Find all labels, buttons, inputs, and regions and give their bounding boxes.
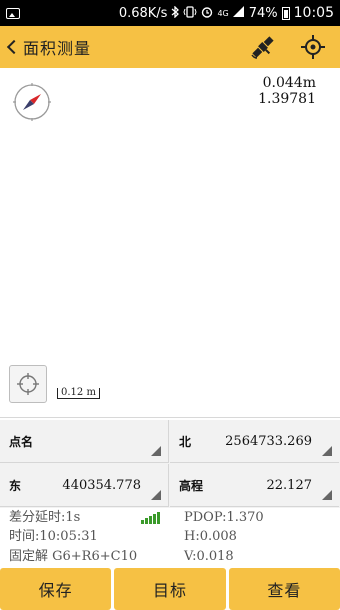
satellite-button[interactable] bbox=[248, 32, 278, 62]
page-title: 面积测量 bbox=[23, 39, 92, 58]
north-value: 2564733.269 bbox=[225, 434, 312, 449]
north-field[interactable]: 北 2564733.269 bbox=[170, 420, 339, 463]
satellite-icon bbox=[251, 36, 274, 59]
coordinate-fields: 点名 北 2564733.269 东 440354.778 高程 22.127 bbox=[0, 420, 340, 508]
signal-strength-icon bbox=[141, 512, 160, 524]
time-text: 时间:10:05:31 bbox=[9, 529, 98, 544]
target-crosshair-icon bbox=[301, 35, 325, 59]
readout-value: 1.39781 bbox=[258, 91, 316, 107]
image-icon bbox=[6, 7, 20, 19]
battery-icon bbox=[281, 6, 290, 20]
network-speed: 0.68K/s bbox=[118, 5, 168, 21]
gnss-status-panel: 差分延时:1s PDOP:1.370 时间:10:05:31 H:0.008 固… bbox=[0, 508, 340, 568]
compass-button[interactable] bbox=[10, 80, 54, 124]
alarm-icon bbox=[201, 6, 213, 21]
battery-percent: 74% bbox=[248, 5, 278, 21]
dropdown-corner-icon bbox=[151, 446, 161, 456]
network-type: 4G bbox=[217, 8, 229, 18]
clock: 10:05 bbox=[293, 5, 334, 21]
elevation-label: 高程 bbox=[179, 479, 204, 493]
signal-icon bbox=[232, 6, 245, 20]
dropdown-corner-icon bbox=[151, 490, 161, 500]
back-chevron-icon bbox=[6, 39, 22, 55]
bluetooth-icon bbox=[171, 4, 180, 21]
app-bar: 面积测量 bbox=[0, 26, 340, 68]
target-action-button[interactable]: 目标 bbox=[114, 568, 226, 610]
compass-icon bbox=[13, 83, 51, 121]
locate-icon bbox=[17, 373, 39, 395]
solution-text: 固定解 G6+R6+C10 bbox=[9, 549, 138, 564]
app-root: 0.68K/s 4G 74% 10:05 面积测量 0.044m 1.39781… bbox=[0, 0, 340, 610]
scale-bar: 0.12 m bbox=[57, 388, 100, 399]
status-bar: 0.68K/s 4G 74% 10:05 bbox=[0, 0, 340, 26]
locate-button[interactable] bbox=[9, 365, 47, 403]
view-button[interactable]: 查看 bbox=[228, 568, 340, 610]
map-canvas[interactable]: 0.044m 1.39781 0.12 m bbox=[0, 68, 340, 418]
vibrate-icon bbox=[183, 5, 197, 21]
pdop-text: PDOP:1.370 bbox=[184, 510, 264, 525]
h-precision-text: H:0.008 bbox=[184, 529, 237, 544]
save-button[interactable]: 保存 bbox=[0, 568, 112, 610]
elevation-value: 22.127 bbox=[266, 478, 313, 493]
east-value: 440354.778 bbox=[62, 478, 141, 493]
elevation-field[interactable]: 高程 22.127 bbox=[170, 464, 339, 507]
measurement-readout: 0.044m 1.39781 bbox=[258, 75, 316, 107]
east-label: 东 bbox=[9, 479, 22, 493]
dropdown-corner-icon bbox=[322, 446, 332, 456]
bottom-actions: 保存 目标 查看 bbox=[0, 568, 340, 610]
east-field[interactable]: 东 440354.778 bbox=[0, 464, 169, 507]
target-button[interactable] bbox=[298, 32, 328, 62]
readout-distance: 0.044m bbox=[262, 75, 316, 91]
diff-delay-text: 差分延时:1s bbox=[9, 510, 81, 525]
point-name-field[interactable]: 点名 bbox=[0, 420, 169, 463]
dropdown-corner-icon bbox=[322, 490, 332, 500]
point-name-label: 点名 bbox=[9, 435, 34, 449]
v-precision-text: V:0.018 bbox=[184, 549, 234, 564]
north-label: 北 bbox=[179, 435, 192, 449]
back-button[interactable]: 面积测量 bbox=[0, 26, 91, 68]
